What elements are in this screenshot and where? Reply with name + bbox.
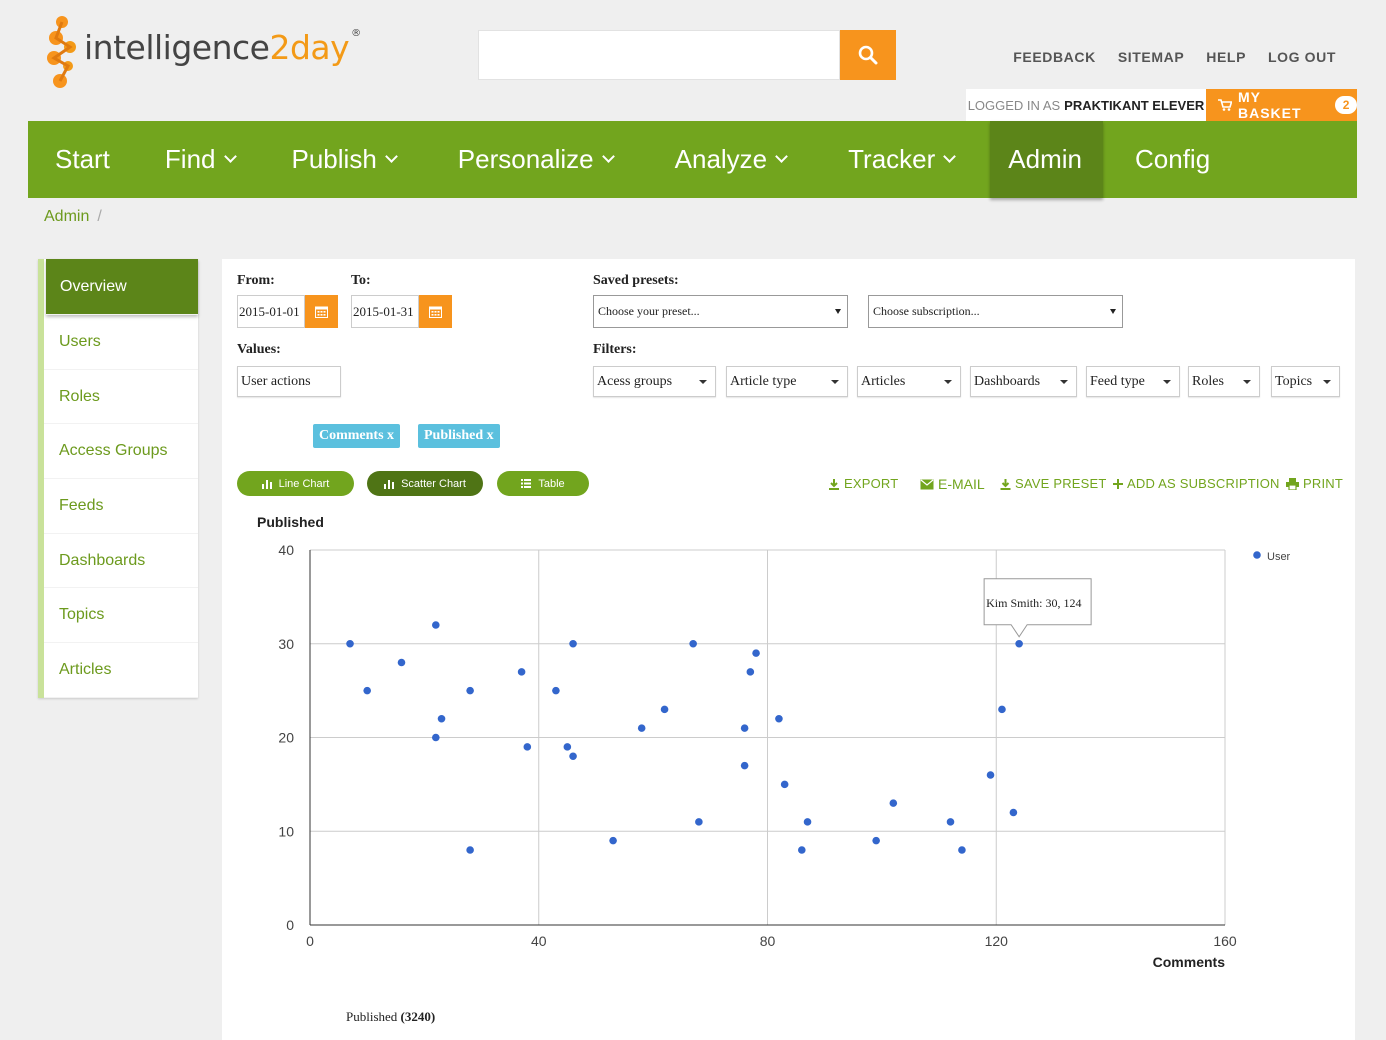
chevron-down-icon: [384, 150, 398, 163]
main-panel: From: 2015-01-01 To: 2015-01-31 Saved pr…: [222, 259, 1355, 1040]
nav-config[interactable]: Config: [1103, 121, 1237, 198]
data-point: [552, 686, 560, 695]
top-links: FEEDBACK SITEMAP HELP LOG OUT: [1013, 49, 1336, 65]
data-point: [872, 836, 880, 845]
data-point: [569, 752, 577, 761]
data-point: [752, 649, 760, 657]
y-tick-label: 40: [278, 542, 294, 558]
legend-marker: [1253, 551, 1261, 559]
data-point: [397, 658, 406, 667]
y-tick-label: 30: [278, 636, 294, 652]
data-point: [958, 846, 966, 854]
data-point: [432, 621, 440, 629]
data-point: [986, 771, 995, 779]
x-axis-label: Comments: [1153, 954, 1226, 970]
data-point: [569, 639, 577, 648]
data-point: [437, 714, 446, 723]
sidebar-item-overview[interactable]: Overview: [46, 259, 198, 315]
sidebar-item-topics[interactable]: Topics: [44, 588, 198, 644]
breadcrumb-admin[interactable]: Admin: [44, 208, 89, 225]
data-point: [889, 799, 898, 807]
data-point: [695, 818, 703, 826]
nav-tracker[interactable]: Tracker: [821, 121, 990, 198]
data-point: [946, 818, 955, 826]
nav-admin[interactable]: Admin: [990, 121, 1103, 198]
nav-personalize[interactable]: Personalize: [431, 121, 648, 198]
basket-count-badge: 2: [1335, 96, 1358, 114]
sitemap-link[interactable]: SITEMAP: [1118, 49, 1184, 65]
data-point: [363, 686, 371, 695]
data-point: [523, 743, 532, 751]
data-point: [466, 846, 474, 854]
data-point: [746, 668, 755, 676]
data-point: [740, 761, 749, 770]
data-point: [1015, 639, 1023, 648]
data-point: [517, 668, 526, 676]
help-link[interactable]: HELP: [1206, 49, 1246, 65]
y-tick-label: 20: [278, 730, 294, 746]
logged-in-status: LOGGED IN AS PRAKTIKANT ELEVER: [966, 89, 1206, 121]
basket-button[interactable]: MY BASKET 2: [1206, 89, 1358, 121]
data-point: [775, 714, 783, 723]
nav-publish[interactable]: Publish: [265, 121, 431, 198]
data-point: [563, 743, 572, 751]
data-point: [432, 733, 440, 742]
sidebar-item-dashboards[interactable]: Dashboards: [44, 534, 198, 589]
x-tick-label: 40: [531, 933, 547, 949]
sidebar-item-roles[interactable]: Roles: [44, 370, 198, 425]
logged-in-user: PRAKTIKANT ELEVER: [1064, 97, 1205, 113]
data-point: [1009, 808, 1018, 817]
breadcrumb: Admin /: [44, 208, 102, 225]
logo-mark-icon: [47, 16, 76, 88]
data-point: [689, 639, 697, 648]
chevron-down-icon: [601, 150, 615, 163]
logout-link[interactable]: LOG OUT: [1268, 49, 1336, 65]
y-tick-label: 0: [286, 917, 294, 933]
logo[interactable]: intelligence2day ®: [44, 14, 361, 90]
search-icon: [858, 45, 878, 65]
chevron-down-icon: [223, 150, 237, 163]
sidebar-item-feeds[interactable]: Feeds: [44, 479, 198, 534]
published-total: Published (3240): [346, 1009, 436, 1024]
legend-label: User: [1267, 551, 1291, 563]
x-tick-label: 160: [1213, 933, 1237, 949]
data-point: [346, 639, 354, 648]
data-point: [660, 705, 669, 714]
feedback-link[interactable]: FEEDBACK: [1013, 49, 1096, 65]
data-point: [740, 724, 749, 732]
main-nav: Start Find Publish Personalize Analyze T…: [28, 121, 1357, 198]
nav-analyze[interactable]: Analyze: [648, 121, 822, 198]
x-tick-label: 120: [985, 933, 1009, 949]
data-point: [637, 724, 646, 732]
search-input[interactable]: [478, 30, 840, 80]
data-point: [998, 705, 1006, 714]
scatter-chart: 0 10 20 30 40 0 40 80 120 160 Comments User Kim Smit…: [278, 542, 1291, 970]
chevron-down-icon: [775, 150, 789, 163]
data-point: [780, 780, 789, 789]
y-tick-label: 10: [278, 823, 294, 839]
sidebar: Overview Users Roles Access Groups Feeds…: [38, 259, 198, 698]
nav-find[interactable]: Find: [137, 121, 265, 198]
cart-icon: [1218, 99, 1232, 111]
chevron-down-icon: [943, 150, 957, 163]
x-tick-label: 80: [760, 933, 776, 949]
sidebar-item-articles[interactable]: Articles: [44, 643, 198, 698]
sidebar-item-users[interactable]: Users: [44, 315, 198, 370]
nav-start[interactable]: Start: [28, 121, 137, 198]
data-point: [466, 686, 474, 695]
x-tick-label: 0: [306, 933, 314, 949]
data-point: [609, 836, 617, 845]
sidebar-item-access-groups[interactable]: Access Groups: [44, 424, 198, 480]
tooltip-text: Kim Smith: 30, 124: [986, 596, 1081, 610]
logo-text: intelligence2day ®: [84, 27, 361, 67]
search-button[interactable]: [840, 30, 896, 80]
data-point: [798, 846, 806, 854]
data-point: [803, 818, 812, 826]
